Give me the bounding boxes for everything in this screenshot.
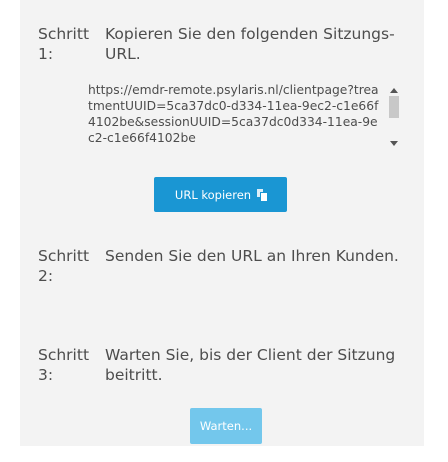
scroll-up-arrow-icon[interactable]	[390, 88, 398, 93]
session-url-textarea[interactable]: https://emdr-remote.psylaris.nl/clientpa…	[88, 82, 400, 150]
step-1-text: Kopieren Sie den folgenden Sitzungs-URL.	[105, 25, 395, 63]
session-setup-panel: Schritt 1: Kopieren Sie den folgenden Si…	[20, 0, 424, 446]
step-2-label: Schritt 2:	[38, 247, 90, 285]
copy-icon	[257, 189, 268, 201]
step-2: Schritt 2: Senden Sie den URL an Ihren K…	[38, 246, 418, 290]
step-3: Schritt 3: Warten Sie, bis der Client de…	[38, 345, 418, 389]
waiting-button[interactable]: Warten...	[190, 408, 262, 444]
step-1-label: Schritt 1:	[38, 25, 90, 63]
scrollbar-thumb[interactable]	[389, 96, 399, 118]
step-2-text: Senden Sie den URL an Ihren Kunden.	[105, 247, 399, 265]
step-1: Schritt 1: Kopieren Sie den folgenden Si…	[38, 24, 418, 68]
url-scrollbar[interactable]	[388, 82, 400, 150]
scroll-down-arrow-icon[interactable]	[390, 141, 398, 146]
session-url-text[interactable]: https://emdr-remote.psylaris.nl/clientpa…	[88, 82, 380, 146]
step-3-label: Schritt 3:	[38, 346, 90, 384]
step-3-text: Warten Sie, bis der Client der Sitzung b…	[105, 346, 396, 384]
waiting-button-label: Warten...	[199, 419, 253, 433]
copy-url-button-label: URL kopieren	[174, 187, 252, 202]
copy-url-button[interactable]: URL kopieren	[154, 177, 287, 212]
